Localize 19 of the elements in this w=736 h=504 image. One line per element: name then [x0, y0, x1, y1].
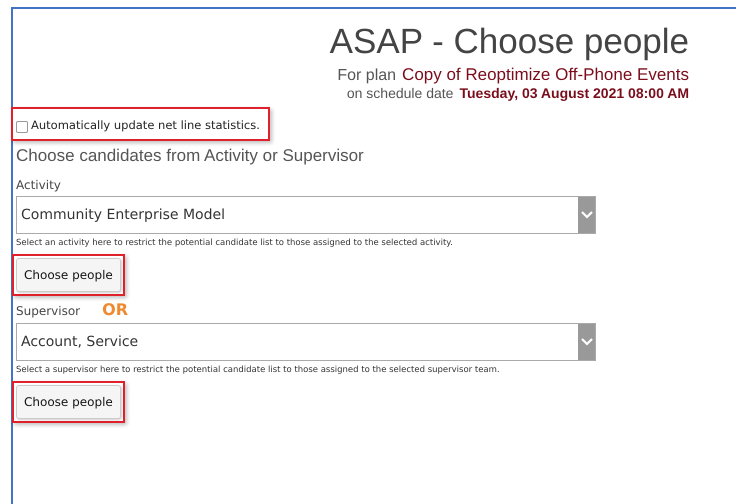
dropdown-field[interactable]: Community Enterprise Model: [16, 196, 596, 234]
schedule-date: Tuesday, 03 August 2021 08:00 AM: [459, 85, 689, 101]
plan-label: For plan: [337, 67, 396, 85]
field-label: Activity: [16, 178, 61, 192]
choose-people-button[interactable]: Choose people: [16, 385, 121, 419]
checkbox-label: Automatically update net line statistics.: [31, 118, 260, 132]
page-title: ASAP - Choose people: [330, 21, 689, 63]
choose-people-button[interactable]: Choose people: [16, 258, 121, 292]
checkbox[interactable]: [16, 121, 28, 133]
schedule-label: on schedule date: [346, 85, 454, 101]
chevron-down-icon: [580, 211, 592, 219]
hint-text: Select an activity here to restrict the potential candidate list to those assigned to the selected activity.: [16, 238, 454, 248]
hint-text: Select a supervisor here to restrict the potential candidate list to those assigned to the selected supervisor team.: [16, 365, 501, 375]
field-label: Supervisor: [16, 304, 80, 318]
callout-text: OR: [102, 300, 128, 319]
chevron-down-icon: [580, 338, 592, 346]
plan-name: Copy of Reoptimize Off-Phone Events: [402, 65, 689, 85]
dropdown-field[interactable]: Account, Service: [16, 323, 596, 361]
section-heading: Choose candidates from Activity or Supervisor: [16, 146, 365, 166]
